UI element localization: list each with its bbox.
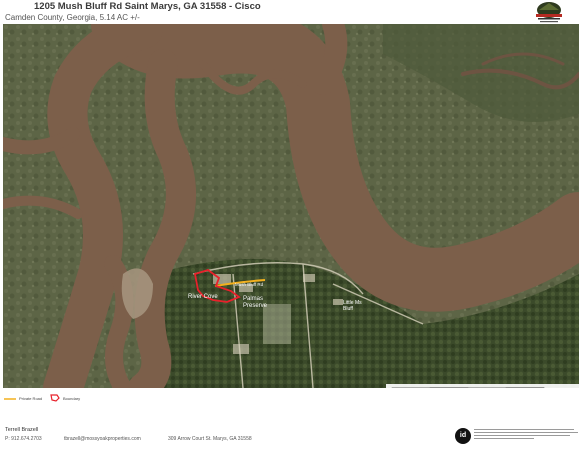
footer: Terrell Brazell P: 912.674.2703 tbrazell…	[0, 420, 582, 450]
agent-address: 309 Arrow Court St. Marys, GA 31558	[168, 436, 252, 442]
page-title: 1205 Mush Bluff Rd Saint Marys, GA 31558…	[34, 1, 261, 12]
legend-boundary-label: Boundary	[63, 396, 81, 401]
id-logo-icon: id	[455, 428, 471, 444]
yellow-line-icon	[4, 398, 16, 400]
aerial-map-svg	[3, 24, 579, 388]
page-subtitle: Camden County, Georgia, 5.14 AC +/-	[5, 13, 140, 22]
header: 1205 Mush Bluff Rd Saint Marys, GA 31558…	[0, 0, 582, 24]
place-label-river-cove: River Cove	[188, 294, 218, 300]
mossy-oak-properties-logo-icon	[536, 2, 562, 23]
legend-private-road-label: Private Road	[19, 396, 43, 401]
disclaimer-text	[474, 429, 578, 441]
agent-email[interactable]: tbrazell@mossyoakproperties.com	[64, 436, 141, 442]
place-label-mush-bluff-road: Mush Bluff Rd	[235, 282, 264, 287]
red-outline-icon	[50, 394, 60, 402]
scale-bar: 0 1000 2000 3000 4000ft	[386, 384, 579, 388]
aerial-map[interactable]: River Cove Palmas Preserve Mush Bluff Rd…	[3, 24, 579, 388]
agent-name: Terrell Brazell	[5, 427, 39, 433]
place-label-bluff-area: Little Ms Bluff	[343, 300, 362, 312]
scale-bar-graphic	[391, 387, 545, 388]
agent-phone[interactable]: P: 912.674.2703	[5, 436, 42, 442]
place-label-palmas-preserve: Palmas Preserve	[243, 296, 268, 309]
